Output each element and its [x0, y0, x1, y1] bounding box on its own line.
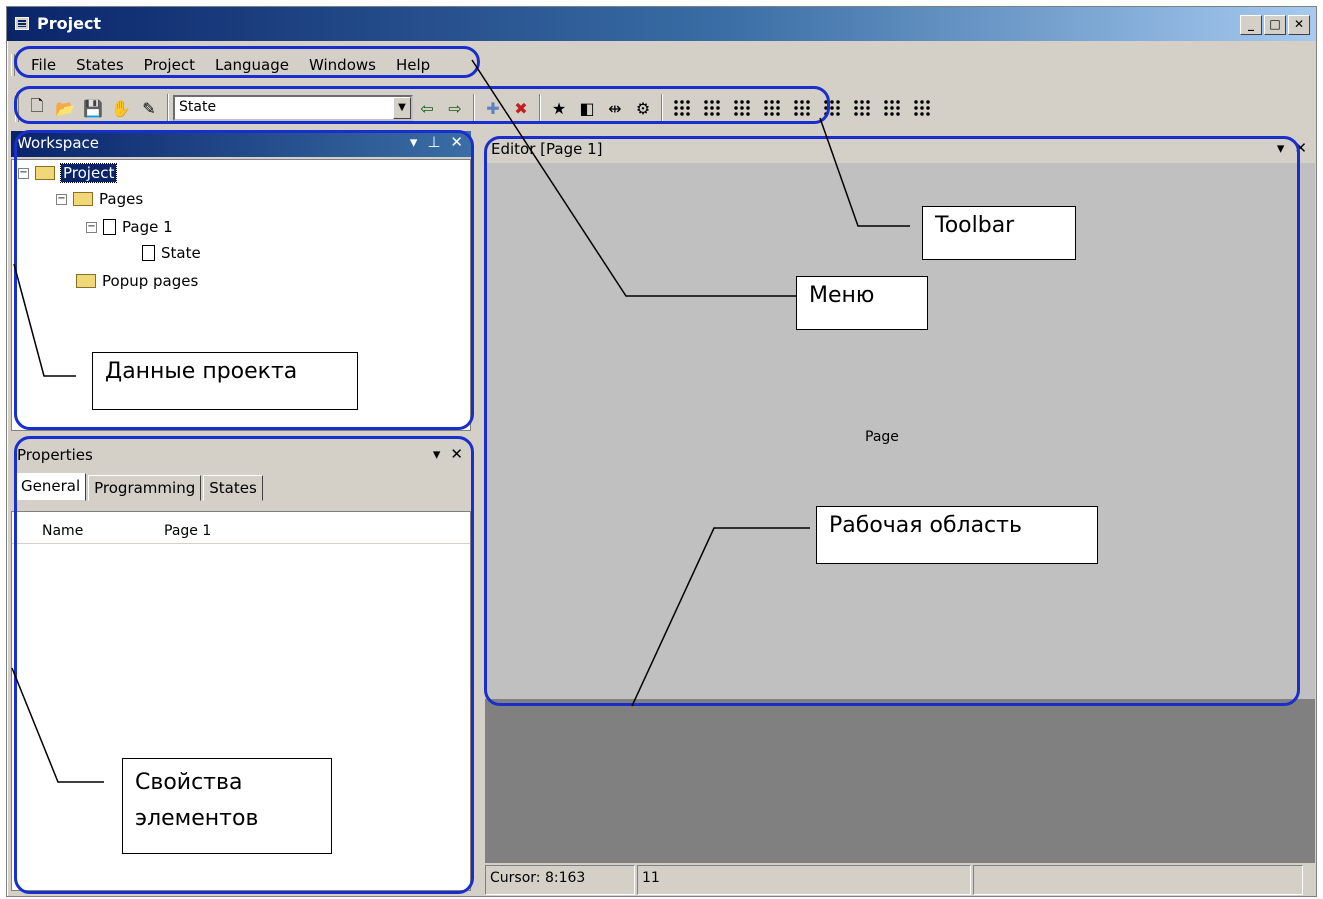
title-bar: Project _ □ ✕	[7, 7, 1316, 41]
callout-toolbar: Toolbar	[922, 206, 1076, 260]
status-value: 11	[637, 865, 971, 895]
maximize-button[interactable]: □	[1264, 15, 1286, 35]
callout-element-properties: Свойства элементов	[122, 758, 332, 854]
align-grid-icon-9[interactable]	[913, 99, 931, 117]
toolbar-highlight	[14, 86, 830, 124]
editor-background	[485, 699, 1315, 863]
callout-menu: Меню	[796, 276, 928, 330]
status-bar: Cursor: 8:163 11	[485, 865, 1315, 895]
status-cursor: Cursor: 8:163	[485, 865, 635, 895]
close-button[interactable]: ✕	[1288, 15, 1310, 35]
callout-project-data: Данные проекта	[92, 352, 358, 410]
menu-highlight	[14, 46, 480, 78]
callout-workspace-area: Рабочая область	[816, 506, 1098, 564]
app-icon	[15, 17, 29, 30]
callout-element-properties-line2: элементов	[135, 806, 259, 831]
window-title: Project	[37, 14, 102, 33]
align-grid-icon-7[interactable]	[853, 99, 871, 117]
minimize-button[interactable]: _	[1240, 15, 1262, 35]
align-grid-icon-8[interactable]	[883, 99, 901, 117]
status-empty	[973, 865, 1303, 895]
callout-element-properties-line1: Свойства	[135, 770, 243, 795]
editor-highlight	[484, 136, 1300, 706]
